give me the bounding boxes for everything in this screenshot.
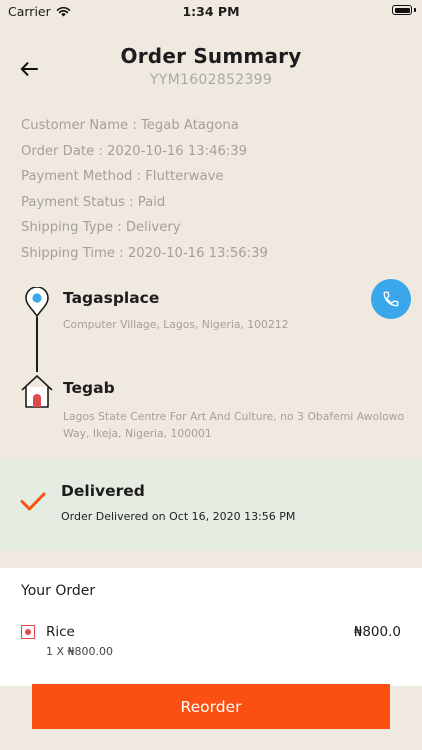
order-items-heading: Your Order [21,583,96,599]
battery-nub [414,8,416,12]
pickup-address: Computer Village, Lagos, Nigeria, 100212 [63,318,289,331]
dropoff-address: Lagos State Centre For Art And Culture, … [63,410,405,440]
item-price: ₦800.0 [353,624,401,640]
phone-icon [383,291,399,307]
house-icon [21,375,53,408]
checkmark-icon [20,492,46,511]
order-number: YYM1602852399 [149,72,273,88]
location-pin-icon [25,287,49,317]
shipping-type: Shipping Type : Delivery [21,220,181,235]
payment-method: Payment Method : Flutterwave [21,169,224,184]
order-items-card: Your Order Rice 1 X ₦800.00 ₦800.0 [0,568,422,686]
route-line [36,317,38,372]
payment-status: Payment Status : Paid [21,194,166,210]
delivery-status-title: Delivered [61,482,145,500]
reorder-button[interactable]: Reorder [32,684,390,729]
status-bar: Carrier 1:34 PM [0,0,422,22]
pickup-name: Tagasplace [63,289,160,307]
customer-name: Customer Name : Tegab Atagona [21,118,239,133]
item-marker-icon [21,625,35,639]
call-button[interactable] [371,279,411,319]
dropoff-name: Tegab [63,379,115,397]
item-name: Rice [46,624,75,640]
order-info-list: Customer Name : Tegab Atagona Order Date… [21,116,268,269]
item-quantity: 1 X ₦800.00 [46,645,114,658]
delivery-status-panel: Delivered Order Delivered on Oct 16, 202… [0,459,422,550]
page-title: Order Summary [120,44,302,68]
order-date: Order Date : 2020-10-16 13:46:39 [21,143,248,159]
delivery-status-detail: Order Delivered on Oct 16, 2020 13:56 PM [61,510,296,523]
shipping-time: Shipping Time : 2020-10-16 13:56:39 [21,245,268,261]
battery-icon [392,5,412,15]
status-time: 1:34 PM [182,4,240,19]
